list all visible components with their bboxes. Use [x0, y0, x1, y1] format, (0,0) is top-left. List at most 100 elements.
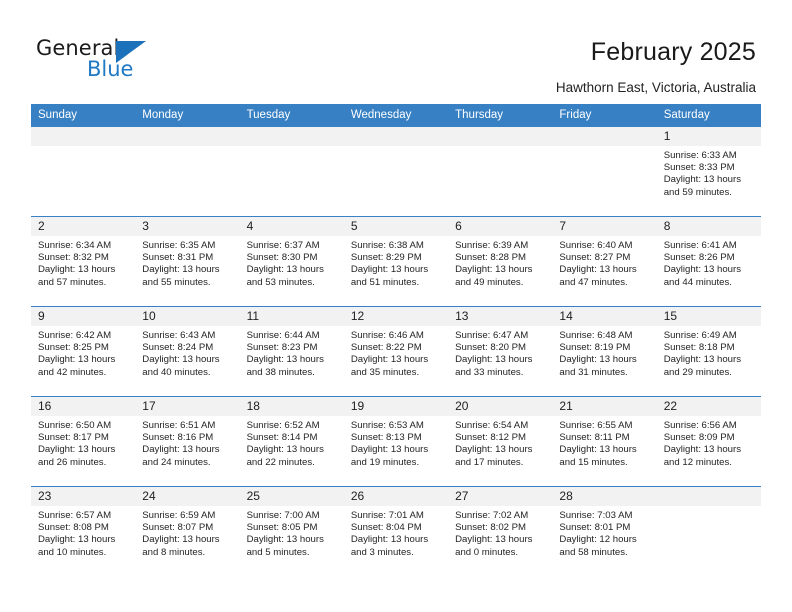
sunrise-time: Sunrise: 6:33 AM [663, 150, 737, 161]
calendar-day-cell[interactable]: 20 Sunrise: 6:54 AM Sunset: 8:12 PM Dayligh… [448, 396, 553, 487]
calendar-day-cell[interactable]: 28 Sunrise: 7:03 AM Sunset: 8:01 PM Dayligh… [552, 486, 657, 576]
day-cell-content: 2 Sunrise: 6:34 AM Sunset: 8:32 PM Daylight… [31, 217, 136, 306]
day-number: 10 [135, 307, 240, 326]
sunrise-time: Sunrise: 6:56 AM [663, 420, 737, 431]
day-number: 23 [31, 487, 136, 506]
sunset-time: Sunset: 8:07 PM [142, 522, 214, 534]
daylight-duration-line1: Daylight: 13 hours [350, 444, 429, 456]
daylight-duration-line1: Daylight: 13 hours [246, 444, 324, 456]
calendar-week-row: 1 Sunrise: 6:33 AM Sunset: 8:33 PM Daylight… [31, 126, 761, 217]
day-sun-details: Sunrise: 6:44 AM Sunset: 8:23 PM Daylight:… [240, 326, 344, 379]
day-cell-content: 27 Sunrise: 7:02 AM Sunset: 8:02 PM Dayligh… [448, 487, 553, 576]
calendar-day-cell[interactable]: 12 Sunrise: 6:46 AM Sunset: 8:22 PM Dayligh… [343, 306, 449, 397]
day-sun-details: Sunrise: 6:37 AM Sunset: 8:30 PM Daylight:… [240, 236, 344, 289]
day-cell-content: 17 Sunrise: 6:51 AM Sunset: 8:16 PM Dayligh… [135, 397, 240, 486]
day-sun-details: Sunrise: 6:47 AM Sunset: 8:20 PM Daylight:… [448, 326, 552, 379]
day-number: 16 [31, 397, 136, 416]
day-sun-details: Sunrise: 6:34 AM Sunset: 8:32 PM Daylight:… [31, 236, 135, 289]
weekday-header-tuesday: Tuesday [239, 104, 344, 127]
day-cell-content: 24 Sunrise: 6:59 AM Sunset: 8:07 PM Dayligh… [135, 487, 240, 576]
daylight-duration-line2: and 3 minutes. [350, 546, 414, 558]
sunrise-time: Sunrise: 6:34 AM [38, 240, 112, 251]
calendar-day-cell[interactable]: 15 Sunrise: 6:49 AM Sunset: 8:18 PM Dayligh… [656, 306, 761, 397]
daylight-duration-line2: and 58 minutes. [559, 546, 628, 558]
calendar-day-cell[interactable]: 21 Sunrise: 6:55 AM Sunset: 8:11 PM Dayligh… [552, 396, 657, 487]
sunrise-time: Sunrise: 6:57 AM [38, 510, 112, 521]
sunset-time: Sunset: 8:09 PM [663, 432, 735, 444]
daylight-duration-line1: Daylight: 13 hours [350, 264, 429, 276]
sunset-time: Sunset: 8:08 PM [38, 522, 109, 534]
day-sun-details: Sunrise: 7:00 AM Sunset: 8:05 PM Daylight:… [240, 506, 344, 559]
day-cell-content: 10 Sunrise: 6:43 AM Sunset: 8:24 PM Dayligh… [135, 307, 240, 396]
sunrise-time: Sunrise: 6:55 AM [559, 420, 633, 431]
daylight-duration-line1: Daylight: 13 hours [350, 534, 429, 546]
day-sun-details: Sunrise: 6:52 AM Sunset: 8:14 PM Daylight:… [240, 416, 344, 469]
calendar-day-cell[interactable]: 18 Sunrise: 6:52 AM Sunset: 8:14 PM Dayligh… [239, 396, 344, 487]
daylight-duration-line2: and 53 minutes. [246, 276, 315, 288]
day-sun-details: Sunrise: 6:39 AM Sunset: 8:28 PM Daylight:… [448, 236, 552, 289]
day-cell-content: 14 Sunrise: 6:48 AM Sunset: 8:19 PM Dayligh… [552, 307, 657, 396]
daylight-duration-line2: and 38 minutes. [246, 366, 315, 378]
day-number: 4 [239, 217, 344, 236]
daylight-duration-line1: Daylight: 13 hours [559, 354, 637, 366]
weekday-header-monday: Monday [135, 104, 240, 127]
calendar-week-row: 16 Sunrise: 6:50 AM Sunset: 8:17 PM Dayligh… [31, 396, 761, 487]
sunrise-time: Sunrise: 6:53 AM [350, 420, 424, 431]
calendar-day-cell[interactable]: 5 Sunrise: 6:38 AM Sunset: 8:29 PM Daylight… [343, 216, 449, 307]
day-number: 9 [31, 307, 136, 326]
calendar-day-cell[interactable]: 6 Sunrise: 6:39 AM Sunset: 8:28 PM Daylight… [448, 216, 553, 307]
sunrise-time: Sunrise: 6:49 AM [663, 330, 737, 341]
sunrise-time: Sunrise: 6:42 AM [38, 330, 112, 341]
calendar-day-cell[interactable]: 1 Sunrise: 6:33 AM Sunset: 8:33 PM Daylight… [656, 126, 761, 217]
sunset-time: Sunset: 8:20 PM [455, 342, 527, 354]
calendar-day-cell[interactable]: 19 Sunrise: 6:53 AM Sunset: 8:13 PM Dayligh… [343, 396, 449, 487]
calendar-day-cell[interactable]: 2 Sunrise: 6:34 AM Sunset: 8:32 PM Daylight… [31, 216, 136, 307]
calendar-day-cell[interactable]: 25 Sunrise: 7:00 AM Sunset: 8:05 PM Dayligh… [239, 486, 344, 576]
day-number: 21 [552, 397, 657, 416]
general-blue-logo: General Blue [36, 36, 166, 84]
day-cell-content: 22 Sunrise: 6:56 AM Sunset: 8:09 PM Dayligh… [656, 397, 761, 486]
sunset-time: Sunset: 8:16 PM [142, 432, 214, 444]
day-number: 6 [448, 217, 553, 236]
day-cell-content: 13 Sunrise: 6:47 AM Sunset: 8:20 PM Dayligh… [448, 307, 553, 396]
calendar-day-cell[interactable]: 22 Sunrise: 6:56 AM Sunset: 8:09 PM Dayligh… [656, 396, 761, 487]
day-sun-details: Sunrise: 6:41 AM Sunset: 8:26 PM Daylight:… [657, 236, 761, 289]
calendar-day-cell[interactable]: 17 Sunrise: 6:51 AM Sunset: 8:16 PM Dayligh… [135, 396, 240, 487]
calendar-day-cell[interactable]: 8 Sunrise: 6:41 AM Sunset: 8:26 PM Daylight… [656, 216, 761, 307]
daylight-duration-line2: and 40 minutes. [142, 366, 211, 378]
daylight-duration-line2: and 44 minutes. [663, 276, 732, 288]
day-cell-content [239, 127, 344, 216]
calendar-day-cell[interactable]: 10 Sunrise: 6:43 AM Sunset: 8:24 PM Dayligh… [135, 306, 240, 397]
calendar-day-cell[interactable]: 27 Sunrise: 7:02 AM Sunset: 8:02 PM Dayligh… [448, 486, 553, 576]
calendar-day-cell[interactable]: 7 Sunrise: 6:40 AM Sunset: 8:27 PM Daylight… [552, 216, 657, 307]
page-subtitle: Hawthorn East, Victoria, Australia [555, 80, 756, 95]
calendar-day-cell[interactable]: 24 Sunrise: 6:59 AM Sunset: 8:07 PM Dayligh… [135, 486, 240, 576]
day-cell-content: 4 Sunrise: 6:37 AM Sunset: 8:30 PM Daylight… [239, 217, 344, 306]
calendar-day-cell[interactable]: 23 Sunrise: 6:57 AM Sunset: 8:08 PM Dayligh… [31, 486, 136, 576]
calendar-day-cell[interactable]: 3 Sunrise: 6:35 AM Sunset: 8:31 PM Daylight… [135, 216, 240, 307]
daylight-duration-line2: and 49 minutes. [455, 276, 524, 288]
calendar-week-row: 2 Sunrise: 6:34 AM Sunset: 8:32 PM Daylight… [31, 216, 761, 307]
calendar-day-cell[interactable]: 26 Sunrise: 7:01 AM Sunset: 8:04 PM Dayligh… [343, 486, 449, 576]
day-number [448, 127, 553, 146]
day-number: 22 [656, 397, 761, 416]
calendar-day-cell[interactable]: 16 Sunrise: 6:50 AM Sunset: 8:17 PM Dayligh… [31, 396, 136, 487]
day-cell-content [448, 127, 553, 216]
calendar-day-cell[interactable]: 9 Sunrise: 6:42 AM Sunset: 8:25 PM Daylight… [31, 306, 136, 397]
calendar-day-cell[interactable]: 13 Sunrise: 6:47 AM Sunset: 8:20 PM Dayligh… [448, 306, 553, 397]
sunrise-time: Sunrise: 6:51 AM [142, 420, 216, 431]
day-sun-details: Sunrise: 6:54 AM Sunset: 8:12 PM Daylight:… [448, 416, 552, 469]
sunset-time: Sunset: 8:24 PM [142, 342, 214, 354]
day-cell-content: 25 Sunrise: 7:00 AM Sunset: 8:05 PM Dayligh… [239, 487, 344, 576]
day-cell-content: 16 Sunrise: 6:50 AM Sunset: 8:17 PM Dayligh… [31, 397, 136, 486]
calendar-day-cell-empty [552, 126, 657, 217]
daylight-duration-line1: Daylight: 13 hours [142, 264, 220, 276]
sunset-time: Sunset: 8:11 PM [559, 432, 630, 444]
page-header: General Blue February 2025 Hawthorn East… [0, 0, 792, 104]
day-cell-content: 23 Sunrise: 6:57 AM Sunset: 8:08 PM Dayligh… [31, 487, 136, 576]
calendar-day-cell[interactable]: 4 Sunrise: 6:37 AM Sunset: 8:30 PM Daylight… [239, 216, 344, 307]
day-sun-details: Sunrise: 7:01 AM Sunset: 8:04 PM Daylight:… [344, 506, 448, 559]
calendar-day-cell[interactable]: 14 Sunrise: 6:48 AM Sunset: 8:19 PM Dayligh… [552, 306, 657, 397]
calendar-day-cell[interactable]: 11 Sunrise: 6:44 AM Sunset: 8:23 PM Dayligh… [239, 306, 344, 397]
day-number: 7 [552, 217, 657, 236]
